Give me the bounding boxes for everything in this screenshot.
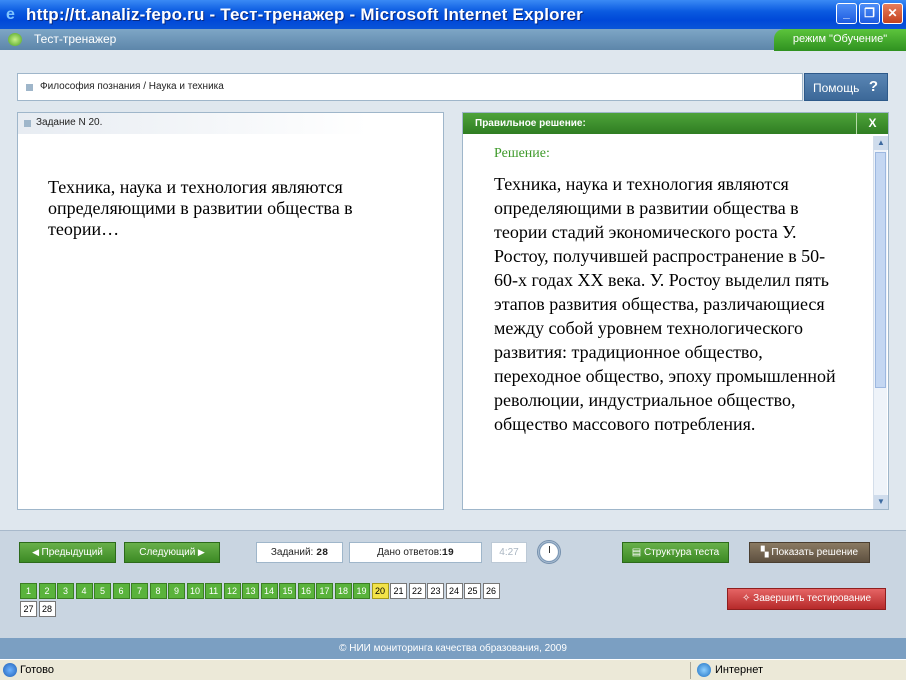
answers-label: Дано ответов: (377, 547, 442, 558)
status-bar: Готово Интернет (0, 659, 906, 680)
solution-scrollbar[interactable]: ▲ ▼ (873, 136, 888, 509)
previous-label: Предыдущий (41, 547, 103, 558)
maximize-button[interactable]: ❐ (859, 3, 880, 24)
scroll-down-icon[interactable]: ▼ (874, 495, 888, 509)
question-button-19[interactable]: 19 (353, 583, 370, 599)
show-solution-label: Показать решение (771, 547, 859, 558)
question-text: Техника, наука и технология являются опр… (48, 177, 353, 239)
question-button-1[interactable]: 1 (20, 583, 37, 599)
question-button-17[interactable]: 17 (316, 583, 333, 599)
next-label: Следующий (139, 547, 196, 558)
breadcrumb-text: Философия познания / Наука и техника (40, 81, 224, 92)
close-window-button[interactable]: ✕ (882, 3, 903, 24)
answers-count: 19 (441, 548, 454, 559)
window-controls: _ ❐ ✕ (836, 3, 903, 24)
scroll-thumb[interactable] (875, 152, 886, 388)
help-label: Помощь (813, 81, 860, 95)
question-button-18[interactable]: 18 (334, 583, 352, 599)
task-panel: Задание N 20. Техника, наука и технологи… (17, 112, 444, 510)
question-button-21[interactable]: 21 (390, 583, 407, 599)
minimize-button[interactable]: _ (836, 3, 857, 24)
help-button[interactable]: Помощь ? (804, 73, 888, 101)
next-button[interactable]: Следующий ▶ (124, 542, 220, 563)
question-button-9[interactable]: 9 (168, 583, 185, 599)
question-button-15[interactable]: 15 (279, 583, 296, 599)
question-button-3[interactable]: 3 (57, 583, 74, 599)
timer-display: 4:27 (491, 542, 527, 563)
arrow-right-icon: ▶ (195, 547, 205, 557)
app-header: Тест-тренажер режим "Обучение" (0, 29, 906, 51)
question-button-14[interactable]: 14 (260, 583, 278, 599)
tasks-count: 28 (316, 548, 329, 559)
task-marker-icon (24, 120, 31, 127)
copyright-footer: © НИИ мониторинга качества образования, … (0, 638, 906, 659)
tasks-count-box: Заданий: 28 (256, 542, 343, 563)
show-solution-button[interactable]: ▚ Показать решение (749, 542, 870, 563)
clock-icon[interactable] (537, 540, 561, 564)
finish-label: Завершить тестирование (753, 593, 872, 604)
question-button-7[interactable]: 7 (131, 583, 148, 599)
question-button-4[interactable]: 4 (75, 583, 93, 599)
solution-caption: Решение: (494, 146, 550, 161)
window-title: http://tt.analiz-fepo.ru - Тест-тренажер… (26, 4, 583, 24)
solution-text: Техника, наука и технология являются опр… (494, 174, 836, 434)
task-header: Задание N 20. (18, 113, 368, 134)
arrow-left-icon: ◀ (32, 547, 42, 557)
question-button-23[interactable]: 23 (427, 583, 444, 599)
question-button-25[interactable]: 25 (464, 583, 481, 599)
previous-button[interactable]: ◀ Предыдущий (19, 542, 116, 563)
question-button-26[interactable]: 26 (482, 583, 500, 599)
structure-icon: ▤ (631, 547, 644, 558)
status-text: Готово (20, 664, 54, 676)
status-divider (690, 662, 691, 679)
question-button-5[interactable]: 5 (94, 583, 111, 599)
app-title: Тест-тренажер (34, 32, 117, 46)
question-button-10[interactable]: 10 (186, 583, 204, 599)
question-button-20[interactable]: 20 (371, 583, 389, 599)
question-button-6[interactable]: 6 (112, 583, 130, 599)
test-structure-button[interactable]: ▤ Структура теста (622, 542, 729, 563)
runner-icon: ✧ (741, 593, 754, 604)
zone-text: Интернет (715, 664, 763, 676)
solution-header: Правильное решение: X (463, 113, 888, 134)
question-button-11[interactable]: 11 (205, 583, 222, 599)
scroll-up-icon[interactable]: ▲ (874, 136, 888, 150)
solution-title: Правильное решение: (475, 118, 586, 129)
question-button-24[interactable]: 24 (445, 583, 463, 599)
page-status-icon (3, 663, 17, 677)
question-button-27[interactable]: 27 (20, 601, 37, 617)
close-solution-button[interactable]: X (856, 113, 888, 134)
question-button-8[interactable]: 8 (149, 583, 167, 599)
internet-zone-icon (697, 663, 711, 677)
ie-logo-icon: e (6, 5, 15, 23)
answers-count-box: Дано ответов:19 (349, 542, 482, 563)
mode-badge: режим "Обучение" (774, 29, 906, 51)
question-button-13[interactable]: 13 (242, 583, 259, 599)
browser-title-bar: e http://tt.analiz-fepo.ru - Тест-тренаж… (0, 0, 906, 29)
structure-label: Структура теста (643, 547, 720, 558)
question-button-22[interactable]: 22 (408, 583, 426, 599)
task-number: Задание N 20. (36, 117, 103, 128)
finish-test-button[interactable]: ✧ Завершить тестирование (727, 588, 886, 610)
breadcrumb: Философия познания / Наука и техника (17, 73, 803, 101)
question-mark-icon: ? (868, 78, 878, 95)
question-button-16[interactable]: 16 (297, 583, 315, 599)
tasks-label: Заданий: (270, 547, 314, 558)
breadcrumb-marker-icon (26, 84, 33, 91)
app-logo-icon (8, 33, 22, 46)
question-button-28[interactable]: 28 (38, 601, 56, 617)
book-icon: ▚ (760, 547, 772, 558)
question-button-12[interactable]: 12 (223, 583, 241, 599)
question-button-2[interactable]: 2 (38, 583, 56, 599)
solution-panel: Правильное решение: X Решение: Техника, … (462, 112, 889, 510)
